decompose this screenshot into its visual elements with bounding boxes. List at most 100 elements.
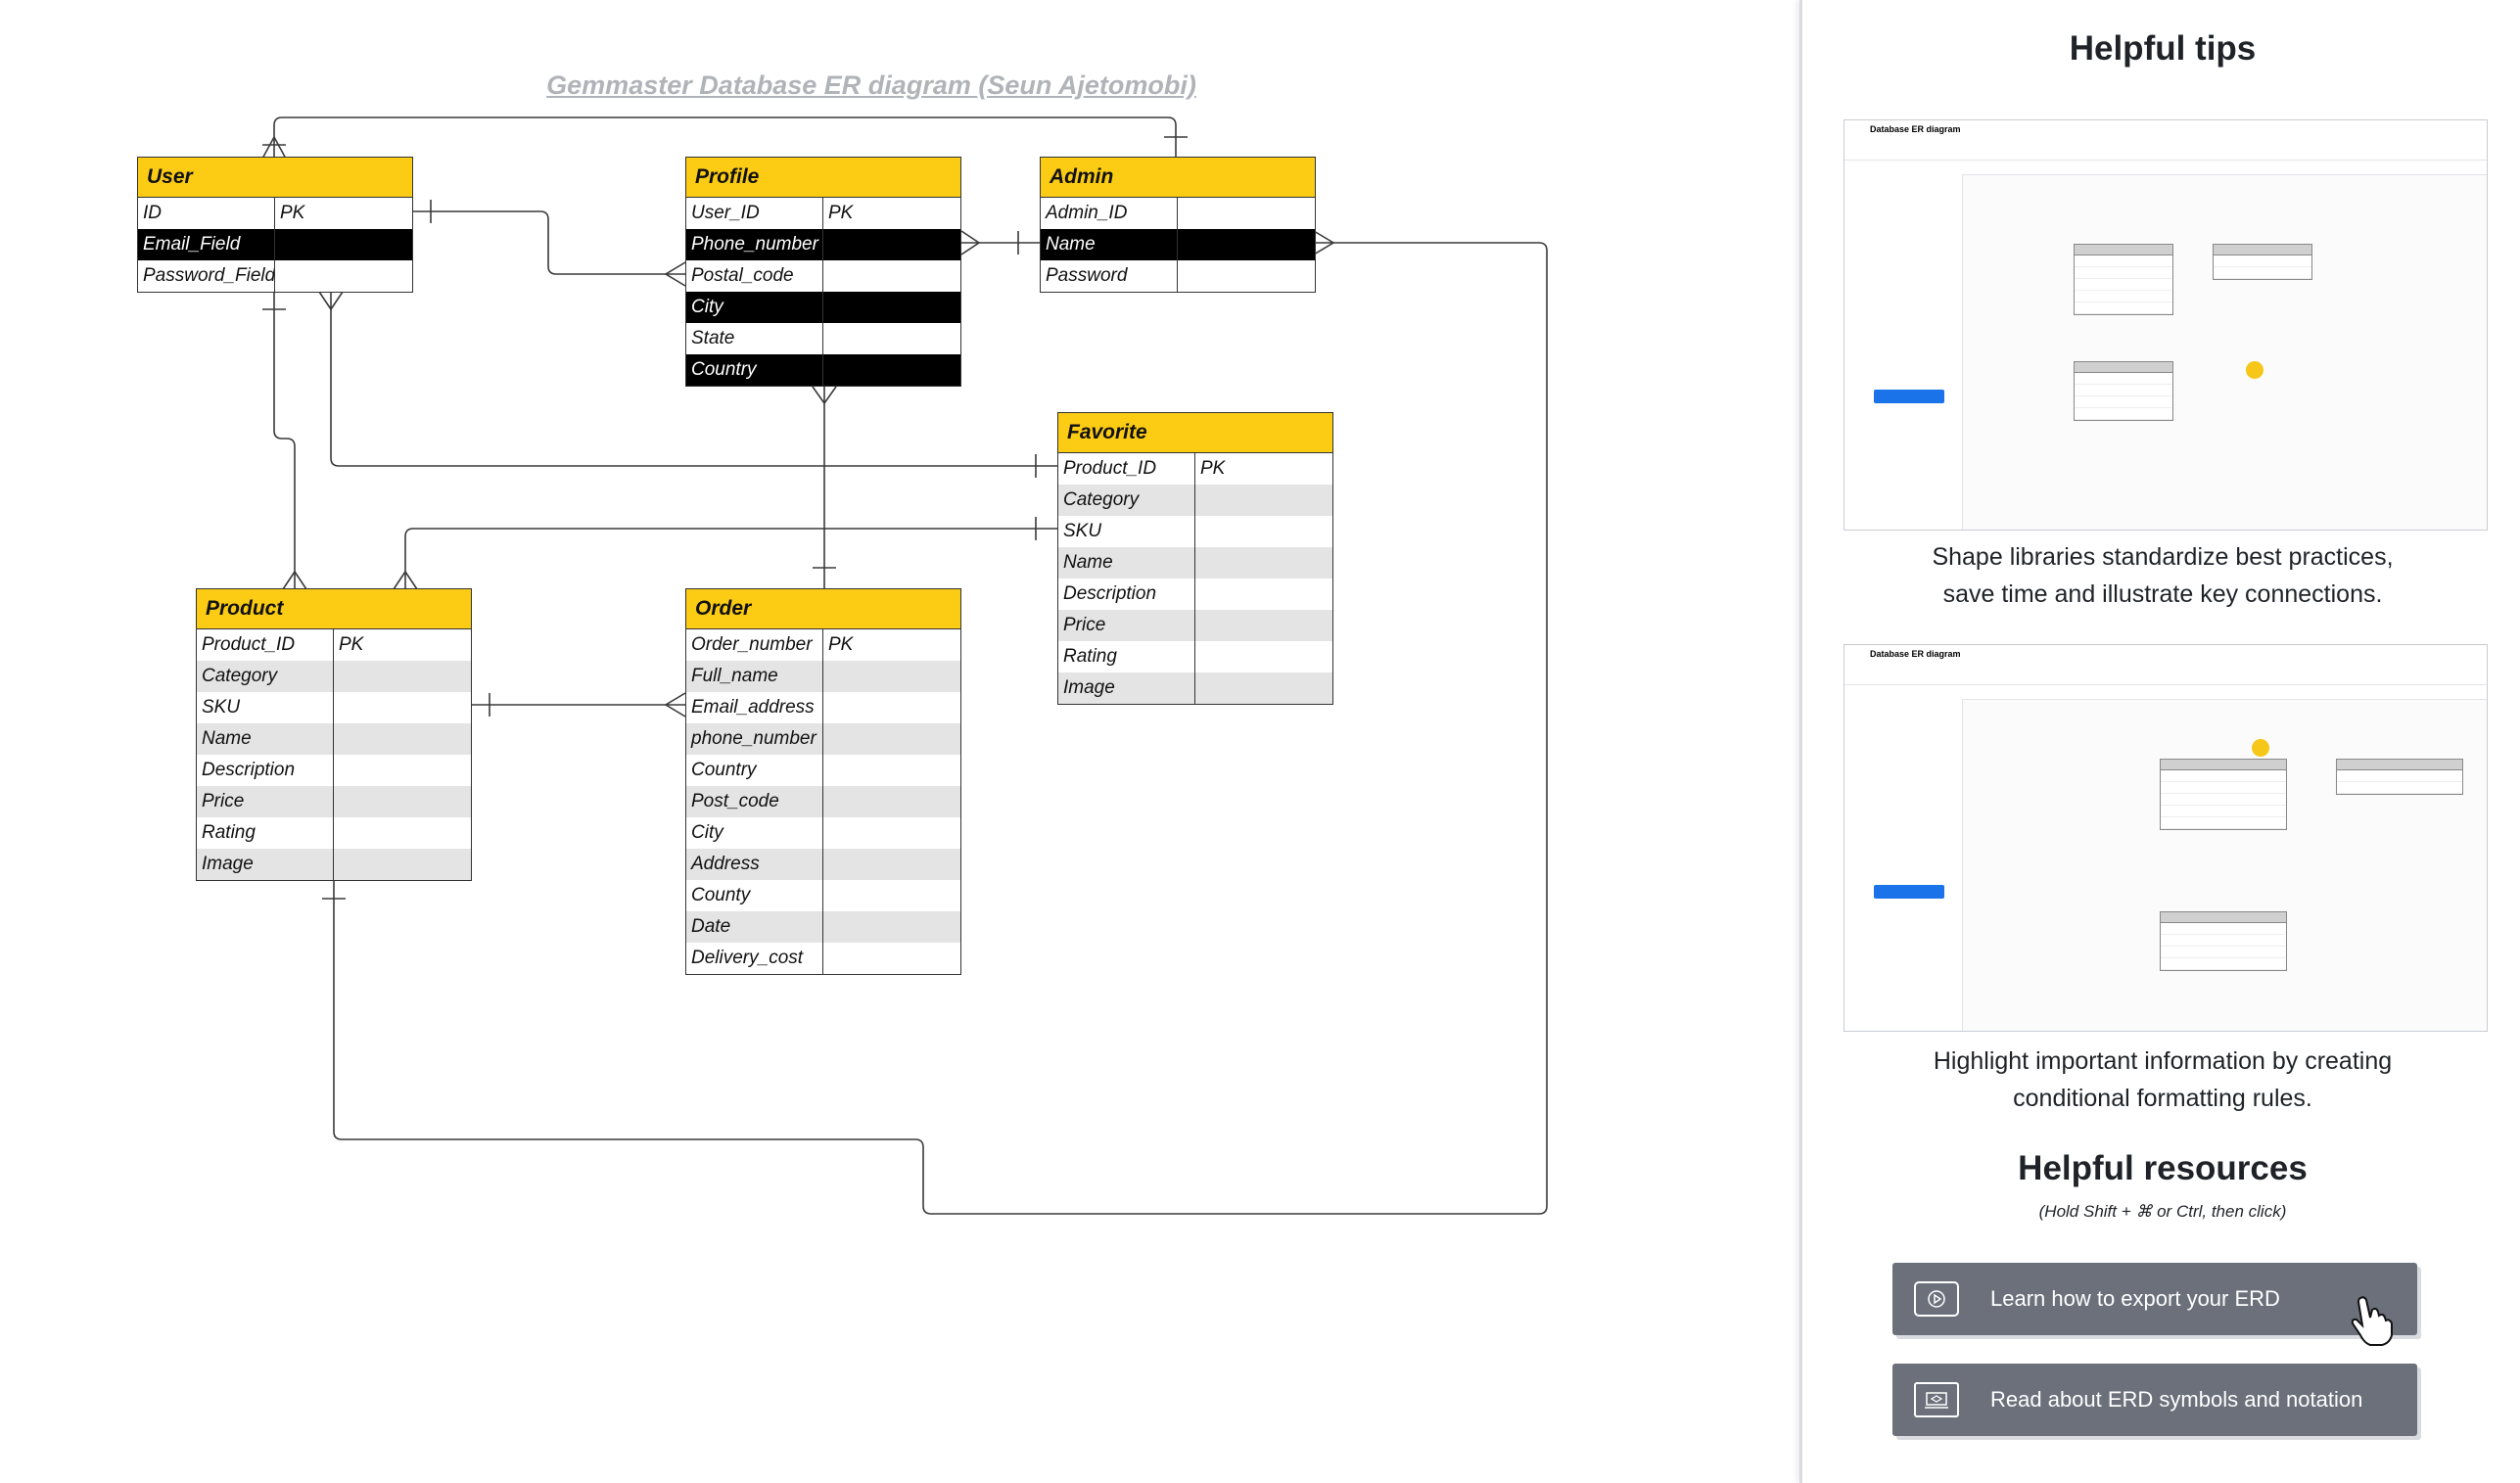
field-name: Country: [686, 354, 823, 386]
entity-row[interactable]: Price: [1058, 610, 1332, 641]
entity-row[interactable]: Delivery_cost: [686, 943, 960, 974]
cursor-dot-icon: [2246, 361, 2263, 379]
field-key: [334, 849, 471, 880]
field-key: PK: [280, 203, 305, 223]
export-erd-label: Learn how to export your ERD: [1990, 1286, 2280, 1311]
entity-row[interactable]: SKU: [197, 692, 471, 723]
field-name: Product_ID: [197, 629, 334, 661]
entity-row[interactable]: SKU: [1058, 516, 1332, 547]
screenshot-titlebar: Database ER diagram: [1844, 645, 2487, 685]
screenshot-doc-title: Database ER diagram: [1870, 124, 1961, 134]
mini-entity: [2160, 911, 2287, 971]
helpful-tips-panel: Helpful tips Database ER diagram Shape l…: [1799, 0, 2520, 1483]
caption-line: save time and illustrate key connections…: [1942, 580, 2383, 608]
field-key: [1195, 485, 1332, 516]
entity-row[interactable]: County: [686, 880, 960, 911]
mini-entity: [2213, 244, 2312, 280]
entity-row[interactable]: City: [686, 817, 960, 849]
tip1-screenshot: Database ER diagram: [1843, 119, 2488, 531]
entity-row[interactable]: phone_number: [686, 723, 960, 755]
entity-profile[interactable]: Profile User_ID PK Phone_number Postal_co…: [685, 157, 961, 387]
field-key: [823, 786, 960, 817]
entity-row[interactable]: Image: [197, 849, 471, 880]
field-key: [823, 817, 960, 849]
hand-pointer-icon: [2351, 1296, 2393, 1346]
field-key: PK: [339, 634, 364, 655]
entity-row[interactable]: Email_address: [686, 692, 960, 723]
entity-row[interactable]: Category: [197, 661, 471, 692]
field-name: Delivery_cost: [686, 943, 823, 974]
entity-row[interactable]: Date: [686, 911, 960, 943]
entity-row[interactable]: Description: [197, 755, 471, 786]
erd-symbols-link[interactable]: Read about ERD symbols and notation: [1892, 1364, 2417, 1436]
field-key: [1195, 516, 1332, 547]
tip2-screenshot: Database ER diagram: [1843, 644, 2488, 1032]
field-key: [823, 323, 960, 354]
entity-row[interactable]: Product_ID PK: [197, 629, 471, 661]
field-name: Description: [197, 755, 334, 786]
field-key: PK: [828, 634, 854, 655]
entity-row[interactable]: Image: [1058, 672, 1332, 704]
field-name: Name: [1041, 229, 1178, 260]
entity-row[interactable]: Rating: [197, 817, 471, 849]
field-key: [823, 755, 960, 786]
entity-row[interactable]: Full_name: [686, 661, 960, 692]
entity-order[interactable]: Order Order_number PK Full_name Email_add…: [685, 588, 961, 975]
caption-line: Shape libraries standardize best practic…: [1932, 543, 2394, 571]
field-name: Email_address: [686, 692, 823, 723]
field-key: [823, 661, 960, 692]
entity-user[interactable]: User ID PK Email_Field Password_Field: [137, 157, 413, 293]
entity-row[interactable]: Post_code: [686, 786, 960, 817]
entity-row[interactable]: State: [686, 323, 960, 354]
field-name: Email_Field: [138, 229, 275, 260]
entity-row[interactable]: Country: [686, 755, 960, 786]
tip1-caption: Shape libraries standardize best practic…: [1802, 538, 2520, 613]
entity-row[interactable]: Address: [686, 849, 960, 880]
entity-row[interactable]: Country: [686, 354, 960, 386]
field-key: [1195, 579, 1332, 610]
field-key: [823, 229, 960, 260]
entity-admin[interactable]: Admin Admin_ID Name Password: [1040, 157, 1316, 293]
entity-row[interactable]: Postal_code: [686, 260, 960, 292]
field-name: Price: [197, 786, 334, 817]
entity-row[interactable]: User_ID PK: [686, 198, 960, 229]
mini-entity: [2160, 759, 2287, 830]
entity-row[interactable]: Phone_number: [686, 229, 960, 260]
entity-row[interactable]: Admin_ID: [1041, 198, 1315, 229]
link-user-profile: [411, 210, 685, 275]
entity-row[interactable]: Description: [1058, 579, 1332, 610]
entity-title: User: [138, 158, 412, 198]
entity-row[interactable]: Password_Field: [138, 260, 412, 292]
cursor-dot-icon: [2252, 739, 2269, 757]
entity-row[interactable]: Name: [1058, 547, 1332, 579]
field-key: [334, 661, 471, 692]
diagram-canvas[interactable]: Gemmaster Database ER diagram (Seun Ajet…: [0, 0, 1799, 1483]
field-name: ID: [138, 198, 275, 229]
screenshot-doc-title: Database ER diagram: [1870, 649, 1961, 659]
screenshot-titlebar: Database ER diagram: [1844, 120, 2487, 161]
field-name: Order_number: [686, 629, 823, 661]
entity-row[interactable]: Password: [1041, 260, 1315, 292]
entity-row[interactable]: Price: [197, 786, 471, 817]
tips-heading: Helpful tips: [1802, 29, 2520, 70]
entity-title: Admin: [1041, 158, 1315, 198]
field-key: [823, 292, 960, 323]
entity-row[interactable]: Order_number PK: [686, 629, 960, 661]
entity-favorite[interactable]: Favorite Product_ID PK Category SKU Name …: [1057, 412, 1333, 705]
entity-row[interactable]: City: [686, 292, 960, 323]
entity-row[interactable]: Rating: [1058, 641, 1332, 672]
entity-row[interactable]: Name: [197, 723, 471, 755]
resources-heading: Helpful resources: [1802, 1149, 2520, 1190]
field-key: [1195, 672, 1332, 704]
entity-row[interactable]: Email_Field: [138, 229, 412, 260]
field-name: Password_Field: [138, 260, 275, 292]
entity-row[interactable]: Name: [1041, 229, 1315, 260]
link-user-product: [273, 292, 296, 589]
entity-row[interactable]: ID PK: [138, 198, 412, 229]
export-erd-link[interactable]: Learn how to export your ERD: [1892, 1263, 2417, 1346]
field-key: [1178, 229, 1315, 260]
entity-product[interactable]: Product Product_ID PK Category SKU Name D…: [196, 588, 472, 881]
entity-row[interactable]: Category: [1058, 485, 1332, 516]
resources-hint: (Hold Shift + ⌘ or Ctrl, then click): [2038, 1202, 2287, 1221]
entity-row[interactable]: Product_ID PK: [1058, 453, 1332, 485]
